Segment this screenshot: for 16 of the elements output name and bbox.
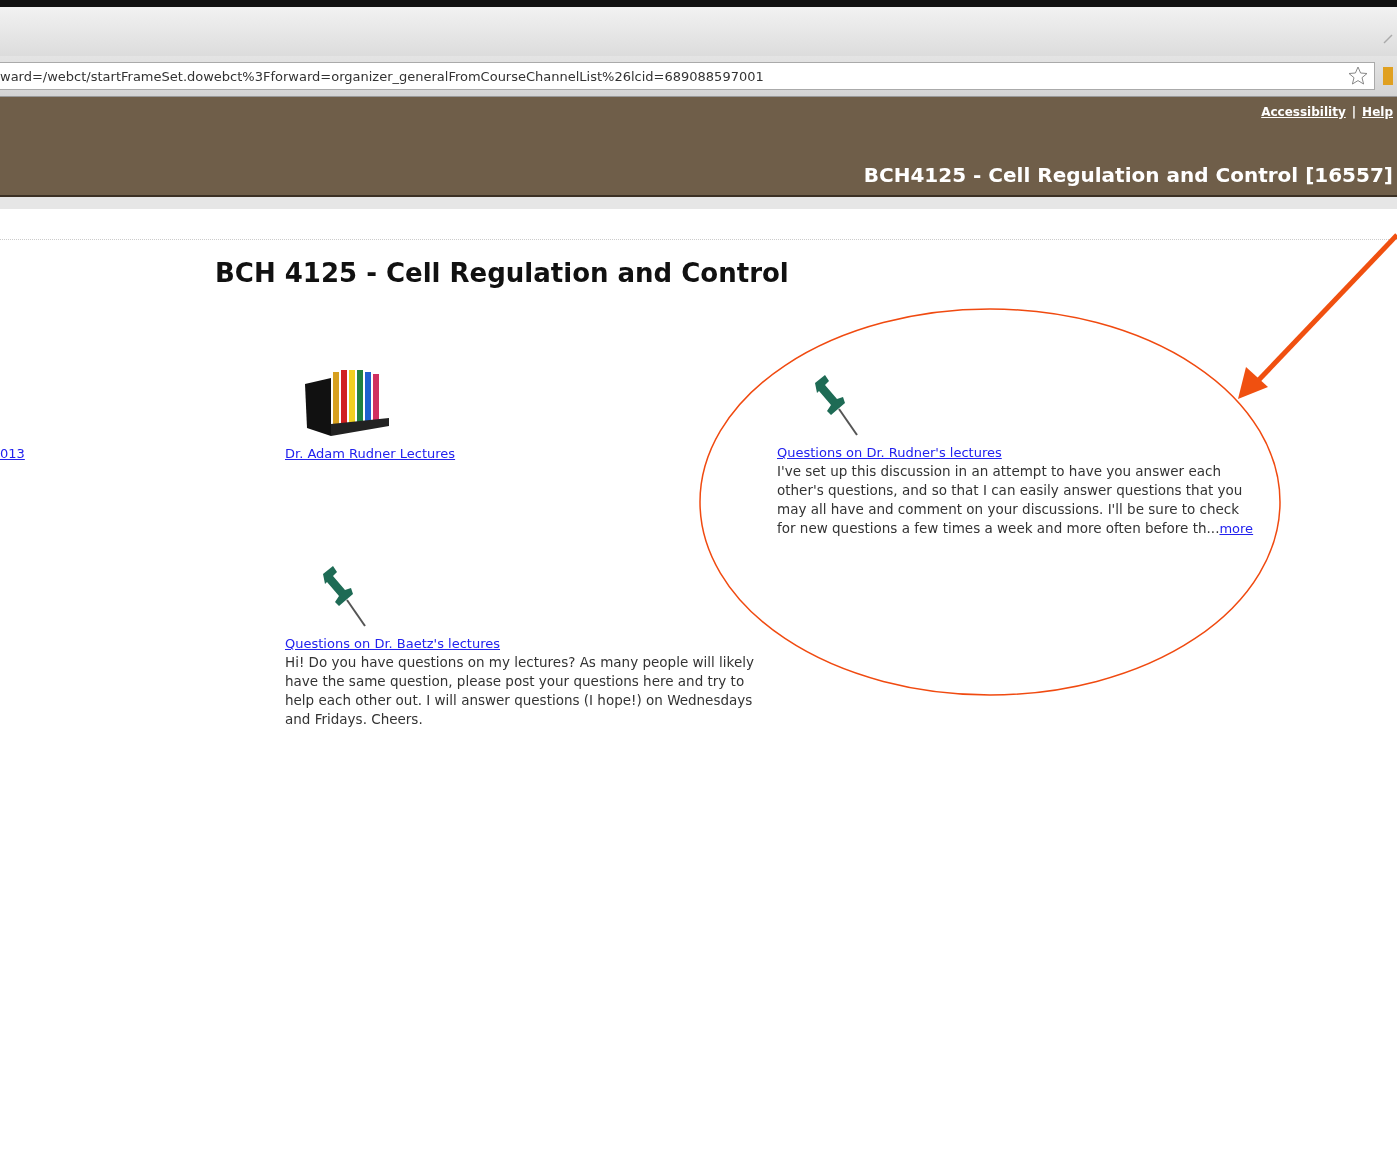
star-icon[interactable] [1348,66,1368,86]
page-title: BCH 4125 - Cell Regulation and Control [215,258,790,288]
discussion-link[interactable]: Questions on Dr. Rudner's lectures [777,445,1002,460]
discussion-description: Hi! Do you have questions on my lectures? As many people will likely have the same question, please post your questions here and try to help each other out. I will answer questions (I hope!) on Wednesdays and Fridays. Cheers. [285,653,755,729]
accessibility-link[interactable]: Accessibility [1261,105,1346,119]
discussion-description: I've set up this discussion in an attempt to have you answer each other's questions, and so that I can easily answer questions that you may all have and comment on your discussions. I'll be sure to check for new questions a few times a week and more often before th...more [777,462,1255,538]
discussion-link[interactable]: 013 [0,446,25,461]
folder-link[interactable]: Dr. Adam Rudner Lectures [285,446,456,461]
help-link[interactable]: Help [1362,105,1393,119]
discussion-link[interactable]: Questions on Dr. Baetz's lectures [285,636,500,651]
link-separator: | [1351,105,1357,119]
address-field[interactable]: ward=/webct/startFrameSet.dowebct%3Fforward=organizer_generalFromCourseChannelList%26lcid=689088597001 [0,62,1375,90]
course-title: BCH4125 - Cell Regulation and Control [16557] [863,163,1393,187]
more-link[interactable]: more [1219,521,1254,536]
extension-icon[interactable] [1383,67,1393,85]
resize-icon[interactable] [1383,34,1393,44]
